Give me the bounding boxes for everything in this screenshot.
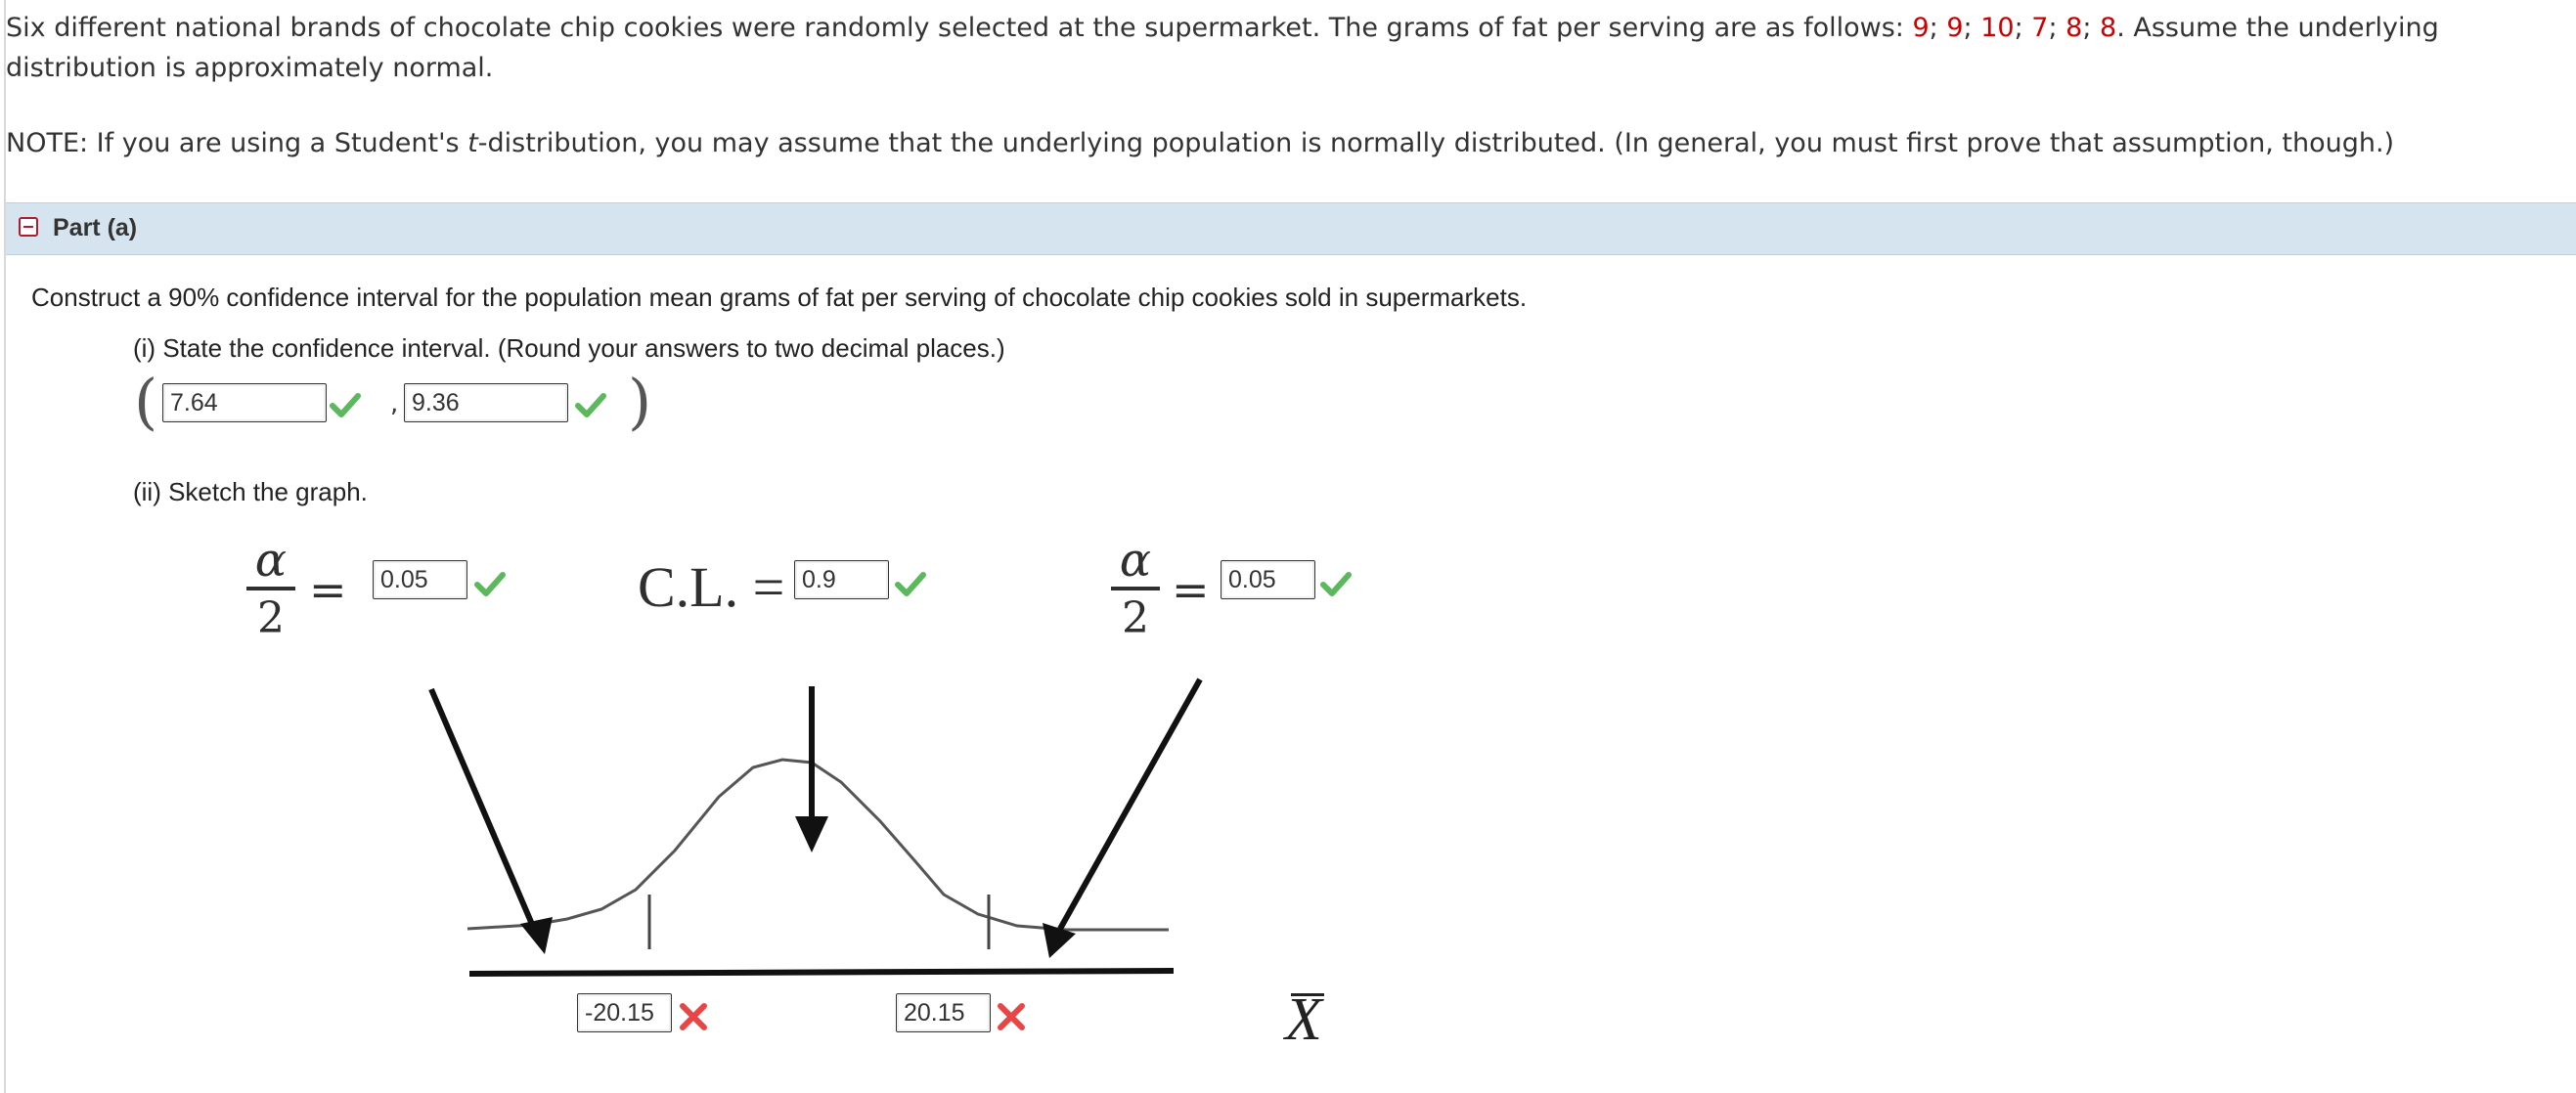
left-arrow	[428, 687, 537, 931]
equals-sign: =	[1172, 563, 1210, 616]
baseline	[468, 968, 1175, 977]
x-right-input[interactable]: 20.15	[896, 993, 991, 1032]
correct-check-icon	[895, 572, 926, 596]
confidence-level-label: C.L. =	[638, 555, 785, 619]
x-bar-label: X	[1285, 986, 1324, 1053]
alpha-over-2-left: α 2	[246, 536, 295, 641]
confidence-level-input[interactable]: 0.9	[794, 560, 889, 599]
x-left-input[interactable]: -20.15	[577, 993, 672, 1032]
right-arrow	[1057, 678, 1203, 931]
correct-check-icon	[474, 572, 506, 596]
denominator: 2	[1122, 593, 1149, 643]
alpha-left-input[interactable]: 0.05	[373, 560, 467, 599]
normal-curve-sketch	[428, 678, 1203, 977]
alpha-right-input[interactable]: 0.05	[1221, 560, 1315, 599]
correct-check-icon	[1320, 572, 1352, 596]
equals-sign: =	[309, 563, 347, 616]
alpha-symbol: α	[1119, 533, 1152, 588]
incorrect-x-icon	[680, 1003, 707, 1030]
alpha-over-2-right: α 2	[1111, 536, 1160, 641]
left-arrowhead	[520, 917, 553, 954]
denominator: 2	[257, 593, 285, 643]
center-arrowhead	[795, 816, 828, 853]
alpha-symbol: α	[254, 533, 288, 588]
incorrect-x-icon	[998, 1003, 1025, 1030]
bell-curve	[466, 758, 1169, 932]
